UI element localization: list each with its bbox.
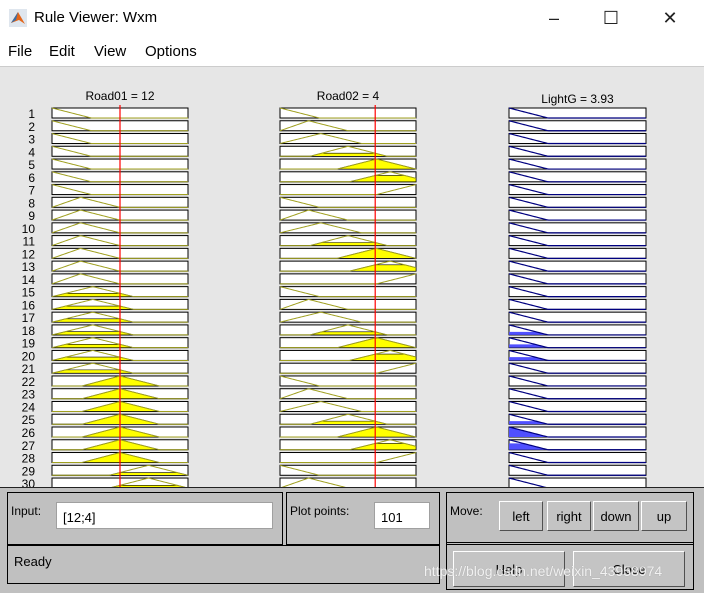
move-down-button[interactable]: down — [593, 501, 639, 531]
menu-file[interactable]: File — [8, 43, 32, 60]
title-bar: Rule Viewer: Wxm – ☐ ✕ — [0, 0, 704, 36]
status-text: Ready — [14, 554, 52, 569]
menu-edit[interactable]: Edit — [49, 43, 75, 60]
move-right-button[interactable]: right — [547, 501, 591, 531]
move-label: Move: — [450, 504, 483, 518]
plot-points-label: Plot points: — [290, 504, 350, 518]
move-left-button[interactable]: left — [499, 501, 543, 531]
menu-options[interactable]: Options — [145, 43, 197, 60]
variable-header: LightG = 3.93 — [541, 92, 614, 106]
rules-plot: Road01 = 12 Road02 = 4 LightG = 3.93123456… — [22, 89, 647, 487]
input-label: Input: — [11, 504, 42, 518]
rule-plot-area: Road01 = 12 Road02 = 4 LightG = 3.93 1 2 3 4 5 6… — [0, 67, 704, 487]
input-frame: Input: [12;4] — [7, 492, 283, 545]
menu-view[interactable]: View — [94, 43, 126, 60]
input-field[interactable]: [12;4] — [56, 502, 273, 529]
input-mf-box — [279, 209, 417, 221]
rule-number: 30 — [22, 477, 36, 487]
move-up-button[interactable]: up — [641, 501, 687, 531]
window-title: Rule Viewer: Wxm — [34, 9, 158, 26]
watermark: https://blog.csdn.net/weixin_43958974 — [424, 563, 663, 579]
variable-header: Road01 = 12 — [85, 89, 154, 103]
close-window-button[interactable]: ✕ — [647, 4, 693, 32]
menu-bar: File Edit View Options — [0, 36, 704, 67]
input-mf-box — [279, 477, 417, 487]
output-mf-box — [508, 477, 647, 487]
input-mf-box — [279, 298, 417, 310]
move-frame: Move: left right down up — [446, 492, 694, 545]
status-frame: Ready — [7, 545, 440, 584]
input-mf-box — [279, 388, 417, 400]
input-mf-box — [279, 120, 417, 132]
matlab-logo-icon — [9, 9, 27, 27]
maximize-button[interactable]: ☐ — [588, 4, 634, 32]
minimize-button[interactable]: – — [531, 4, 577, 32]
plot-points-frame: Plot points: 101 — [286, 492, 440, 545]
plot-points-field[interactable]: 101 — [374, 502, 430, 529]
variable-header: Road02 = 4 — [317, 89, 380, 103]
